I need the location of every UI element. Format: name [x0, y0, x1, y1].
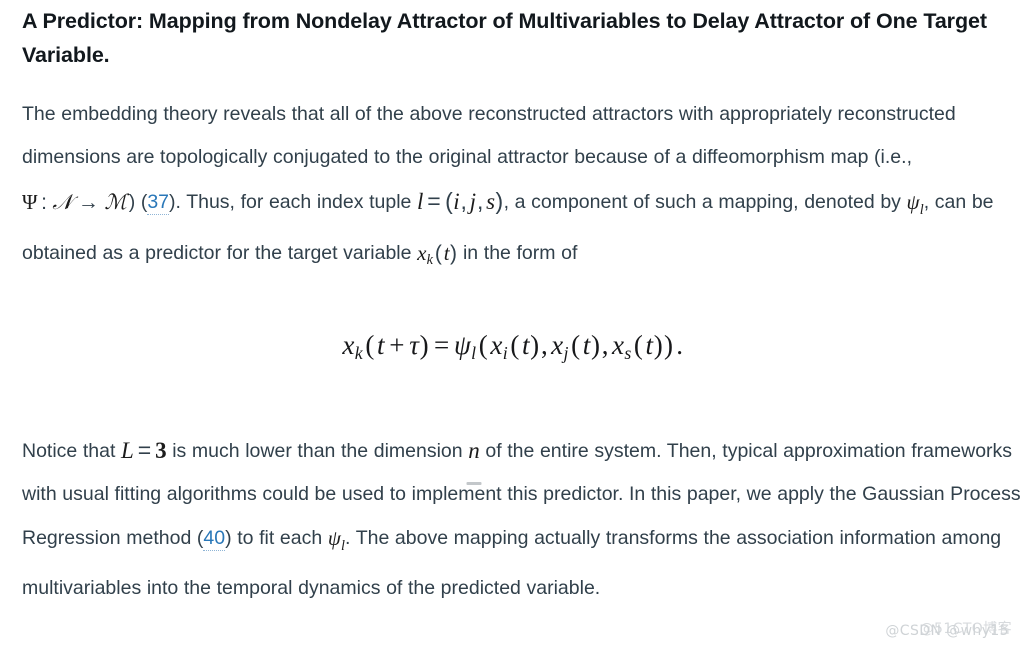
watermark-51cto: @51CTO博客	[919, 621, 1012, 637]
math-target-variable-xk-t: xk(t)	[417, 232, 457, 283]
eq-arg2-x: x	[551, 330, 564, 360]
eq-plus-sign: +	[389, 330, 405, 360]
eq-comma-1: ,	[540, 330, 548, 360]
math-symbol-equals: =	[427, 188, 441, 214]
document-page: A Predictor: Mapping from Nondelay Attra…	[0, 0, 1028, 649]
eq-tau: τ	[409, 330, 420, 360]
math-subscript-l: l	[919, 201, 924, 218]
math-symbol-t: t	[443, 240, 450, 265]
eq-arg2-subscript-j: j	[563, 343, 569, 364]
eq-arg1-close-paren: )	[530, 330, 540, 360]
math-symbol-n: n	[468, 438, 480, 463]
math-symbol-script-m: ℳ	[104, 190, 127, 214]
eq-arg1-x: x	[490, 330, 503, 360]
math-diffeomorphism-map: Ψ: 𝒩 → ℳ	[22, 181, 129, 224]
math-subscript-k: k	[426, 252, 433, 269]
math-psi-subscript-l-inline: ψl	[907, 181, 924, 232]
eq-psi: ψ	[453, 330, 471, 360]
math-symbol-s: s	[486, 189, 496, 214]
math-symbol-capital-psi: Ψ	[22, 190, 38, 214]
eq-lhs-x: x	[342, 330, 355, 360]
paragraph-1-text-segment-2: )	[128, 191, 141, 213]
paragraph-1-text-segment-3: . Thus, for each index tuple	[175, 191, 417, 213]
paragraph-2-text-segment-1: Notice that	[22, 440, 122, 462]
math-tuple-open-paren: (	[445, 188, 453, 214]
math-symbol-colon: :	[41, 191, 47, 214]
citation-link-40[interactable]: 40	[203, 527, 226, 551]
eq-lhs-subscript-k: k	[354, 343, 363, 364]
math-symbol-equals-2: =	[137, 437, 152, 463]
eq-arg3-open-paren: (	[633, 330, 644, 360]
paragraph-notice-dimension: Notice that L = 3 is much lower than the d…	[22, 428, 1022, 610]
eq-comma-2: ,	[601, 330, 609, 360]
eq-arg1-t: t	[521, 330, 530, 360]
paragraph-1-text-segment-6: in the form of	[457, 241, 578, 264]
eq-period: .	[676, 330, 684, 360]
math-subscript-l-2: l	[341, 537, 346, 554]
eq-arg1-open-paren: (	[510, 330, 520, 360]
eq-lhs-close-paren: )	[419, 330, 429, 360]
math-psi-subscript-l-inline-2: ψl	[328, 517, 345, 568]
paragraph-embedding-theory: The embedding theory reveals that all of…	[22, 93, 1022, 281]
page-title: A Predictor: Mapping from Nondelay Attra…	[22, 9, 987, 67]
display-equation-predictor: xk(t + τ) = ψl(xi(t), xj(t), xs(t)).	[342, 330, 685, 364]
eq-args-open-paren: (	[478, 330, 488, 360]
math-L-equals-3: L = 3	[121, 429, 167, 472]
paragraph-1-text-segment-4: , a component of such a mapping, denoted…	[503, 191, 907, 213]
eq-lhs-open-paren: (	[365, 330, 375, 360]
eq-arg3-x: x	[611, 330, 625, 360]
paragraph-1-text-segment-1: The embedding theory reveals that all of…	[22, 103, 956, 168]
math-tuple-comma-2: ,	[476, 188, 484, 214]
paragraph-2-text-segment-4: to fit each	[231, 527, 328, 549]
math-symbol-psi: ψ	[906, 190, 920, 214]
eq-lhs-t: t	[376, 330, 385, 360]
paragraph-2-text-segment-2: is much lower than the dimension	[166, 440, 469, 462]
math-close-paren-t: )	[449, 241, 457, 265]
math-tuple-comma-1: ,	[460, 188, 467, 214]
math-symbol-script-n: 𝒩	[52, 190, 73, 214]
math-symbol-n-dimension: n	[468, 429, 480, 472]
display-equation-container: xk(t + τ) = ψl(xi(t), xj(t), xs(t)).	[0, 330, 1028, 364]
watermark-csdn: @CSDN @why15	[885, 623, 1009, 639]
math-number-three: 3	[155, 438, 167, 463]
eq-arg2-close-paren: )	[590, 330, 601, 360]
eq-arg3-subscript-s: s	[624, 343, 632, 364]
math-open-paren-t: (	[434, 241, 442, 265]
eq-equals-sign: =	[433, 330, 450, 360]
eq-args-close-paren: )	[664, 330, 674, 360]
eq-arg2-open-paren: (	[571, 330, 581, 360]
math-index-tuple: l = (i, j, s)	[417, 180, 504, 223]
math-symbol-right-arrow: →	[77, 191, 99, 214]
math-symbol-psi-2: ψ	[327, 526, 341, 550]
math-symbol-capital-l: L	[121, 438, 134, 463]
eq-arg3-close-paren: )	[653, 330, 663, 360]
math-symbol-i: i	[453, 189, 460, 214]
math-tuple-close-paren: )	[495, 188, 504, 214]
citation-link-37[interactable]: 37	[147, 191, 170, 215]
